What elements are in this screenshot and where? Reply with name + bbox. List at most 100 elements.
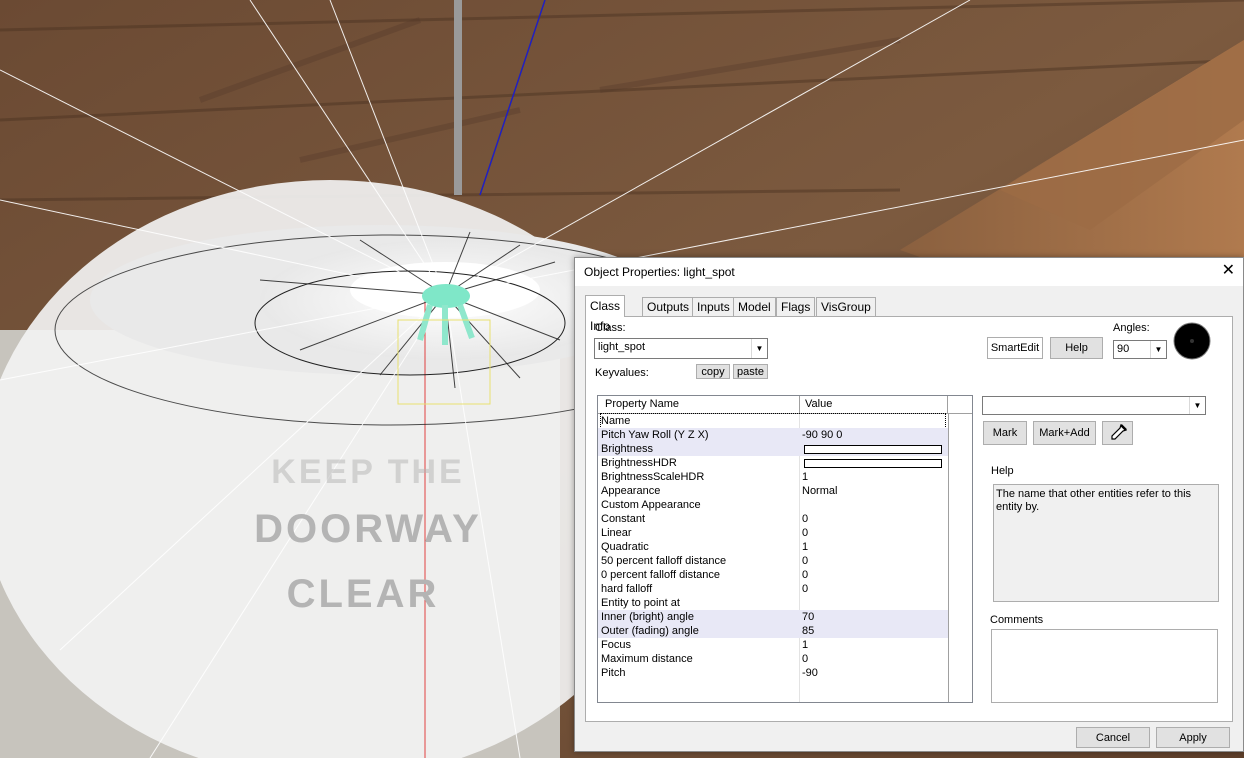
property-row[interactable]: Appearance Normal bbox=[598, 484, 948, 498]
property-value: Normal bbox=[802, 485, 838, 497]
keyvalues-label: Keyvalues: bbox=[595, 367, 649, 379]
property-name: Focus bbox=[601, 639, 631, 651]
eyedropper-button[interactable] bbox=[1102, 421, 1133, 445]
property-value: -90 bbox=[802, 667, 818, 679]
sign-line-2: DOORWAY bbox=[254, 507, 482, 551]
property-value: 0 bbox=[802, 583, 809, 595]
property-value: 0 bbox=[802, 569, 809, 581]
property-row[interactable]: BrightnessHDR bbox=[598, 456, 948, 470]
property-value: 0 bbox=[802, 513, 809, 525]
cancel-button[interactable]: Cancel bbox=[1076, 727, 1150, 748]
property-value: 1 bbox=[802, 639, 809, 651]
tab-class-info[interactable]: Class Info bbox=[585, 295, 626, 333]
help-section-label: Help bbox=[991, 465, 1014, 477]
property-row[interactable]: 0 percent falloff distance 0 bbox=[598, 568, 948, 582]
comments-label: Comments bbox=[990, 614, 1044, 626]
col-separator bbox=[947, 396, 948, 413]
property-name: Name bbox=[600, 413, 946, 429]
property-row[interactable]: Quadratic 1 bbox=[598, 540, 948, 554]
property-value: 1 bbox=[802, 471, 809, 483]
chevron-down-icon[interactable]: ▼ bbox=[1150, 341, 1166, 358]
apply-button[interactable]: Apply bbox=[1156, 727, 1230, 748]
sign-line-1: KEEP THE bbox=[271, 453, 465, 491]
property-value: 85 bbox=[802, 625, 815, 637]
tab-outputs[interactable]: Outputs bbox=[642, 297, 695, 316]
chevron-down-icon[interactable]: ▼ bbox=[1189, 397, 1205, 414]
property-value: 0 bbox=[802, 653, 809, 665]
property-row[interactable]: hard falloff 0 bbox=[598, 582, 948, 596]
angle-dial-icon[interactable] bbox=[1173, 322, 1211, 360]
col-property-name[interactable]: Property Name bbox=[605, 398, 679, 410]
comments-textarea[interactable] bbox=[991, 629, 1218, 703]
property-name: Quadratic bbox=[601, 541, 649, 553]
property-value: 1 bbox=[802, 541, 809, 553]
tab-visgroup[interactable]: VisGroup bbox=[816, 297, 876, 316]
property-name: Pitch Yaw Roll (Y Z X) bbox=[601, 429, 709, 441]
sign-line-3: CLEAR bbox=[286, 572, 440, 616]
property-row[interactable]: Entity to point at bbox=[598, 596, 948, 610]
paste-button[interactable]: paste bbox=[733, 364, 768, 379]
property-value-bar bbox=[804, 445, 942, 454]
property-row[interactable]: Pitch -90 bbox=[598, 666, 948, 680]
tab-flags[interactable]: Flags bbox=[776, 297, 816, 316]
property-name: Entity to point at bbox=[601, 597, 680, 609]
tab-inputs[interactable]: Inputs bbox=[692, 297, 735, 316]
smartedit-button[interactable]: SmartEdit bbox=[987, 337, 1043, 359]
property-name: BrightnessScaleHDR bbox=[601, 471, 705, 483]
property-name: Maximum distance bbox=[601, 653, 693, 665]
property-row[interactable]: Linear 0 bbox=[598, 526, 948, 540]
property-value: -90 90 0 bbox=[802, 429, 843, 441]
angles-select-value: 90 bbox=[1117, 343, 1130, 355]
angles-label: Angles: bbox=[1113, 322, 1150, 334]
property-row[interactable]: Constant 0 bbox=[598, 512, 948, 526]
property-row[interactable]: Outer (fading) angle 85 bbox=[598, 624, 948, 638]
object-properties-dialog: Object Properties: light_spot ✕ Class In… bbox=[574, 257, 1244, 752]
property-row[interactable]: BrightnessScaleHDR 1 bbox=[598, 470, 948, 484]
tab-model[interactable]: Model bbox=[733, 297, 776, 316]
help-button[interactable]: Help bbox=[1050, 337, 1103, 359]
dialog-title: Object Properties: light_spot bbox=[584, 265, 735, 279]
mark-add-button[interactable]: Mark+Add bbox=[1033, 421, 1096, 445]
viewport-sign: KEEP THE DOORWAY CLEAR bbox=[238, 450, 498, 624]
property-name: Custom Appearance bbox=[601, 499, 701, 511]
help-text: The name that other entities refer to th… bbox=[996, 488, 1192, 513]
title-bar[interactable]: Object Properties: light_spot ✕ bbox=[575, 258, 1243, 286]
property-row[interactable]: Name bbox=[598, 413, 948, 429]
eyedropper-icon bbox=[1110, 423, 1127, 440]
property-row[interactable]: Custom Appearance bbox=[598, 498, 948, 512]
property-row[interactable]: Pitch Yaw Roll (Y Z X) -90 90 0 bbox=[598, 428, 948, 442]
property-row[interactable]: Brightness bbox=[598, 442, 948, 456]
property-name: BrightnessHDR bbox=[601, 457, 677, 469]
angles-select[interactable]: 90 ▼ bbox=[1113, 340, 1167, 359]
grid-column-line bbox=[948, 414, 949, 702]
mark-button[interactable]: Mark bbox=[983, 421, 1027, 445]
property-value: 0 bbox=[802, 527, 809, 539]
copy-button[interactable]: copy bbox=[696, 364, 730, 379]
property-name: Pitch bbox=[601, 667, 626, 679]
property-name: Outer (fading) angle bbox=[601, 625, 699, 637]
property-value: 70 bbox=[802, 611, 815, 623]
property-name: Constant bbox=[601, 513, 646, 525]
property-row[interactable]: Maximum distance 0 bbox=[598, 652, 948, 666]
chevron-down-icon[interactable]: ▼ bbox=[751, 339, 767, 358]
property-name: hard falloff bbox=[601, 583, 653, 595]
property-name: Appearance bbox=[601, 485, 661, 497]
col-value[interactable]: Value bbox=[805, 398, 832, 410]
property-name: Inner (bright) angle bbox=[601, 611, 694, 623]
property-name: 50 percent falloff distance bbox=[601, 555, 727, 567]
help-box: The name that other entities refer to th… bbox=[993, 484, 1219, 602]
property-value-bar bbox=[804, 459, 942, 468]
class-select-value: light_spot bbox=[598, 341, 646, 353]
value-select[interactable]: ▼ bbox=[982, 396, 1206, 415]
property-row[interactable]: Inner (bright) angle 70 bbox=[598, 610, 948, 624]
property-row[interactable]: Focus 1 bbox=[598, 638, 948, 652]
grid-header: Property Name Value bbox=[598, 396, 972, 414]
property-value: 0 bbox=[802, 555, 809, 567]
property-name: Linear bbox=[601, 527, 632, 539]
property-row[interactable]: 50 percent falloff distance 0 bbox=[598, 554, 948, 568]
col-separator bbox=[799, 396, 800, 413]
keyvalues-grid[interactable]: Property Name Value Name Pitch Yaw Roll (… bbox=[597, 395, 973, 703]
close-icon[interactable]: ✕ bbox=[1222, 261, 1235, 281]
class-select[interactable]: light_spot ▼ bbox=[594, 338, 768, 359]
property-name: Brightness bbox=[601, 443, 653, 455]
